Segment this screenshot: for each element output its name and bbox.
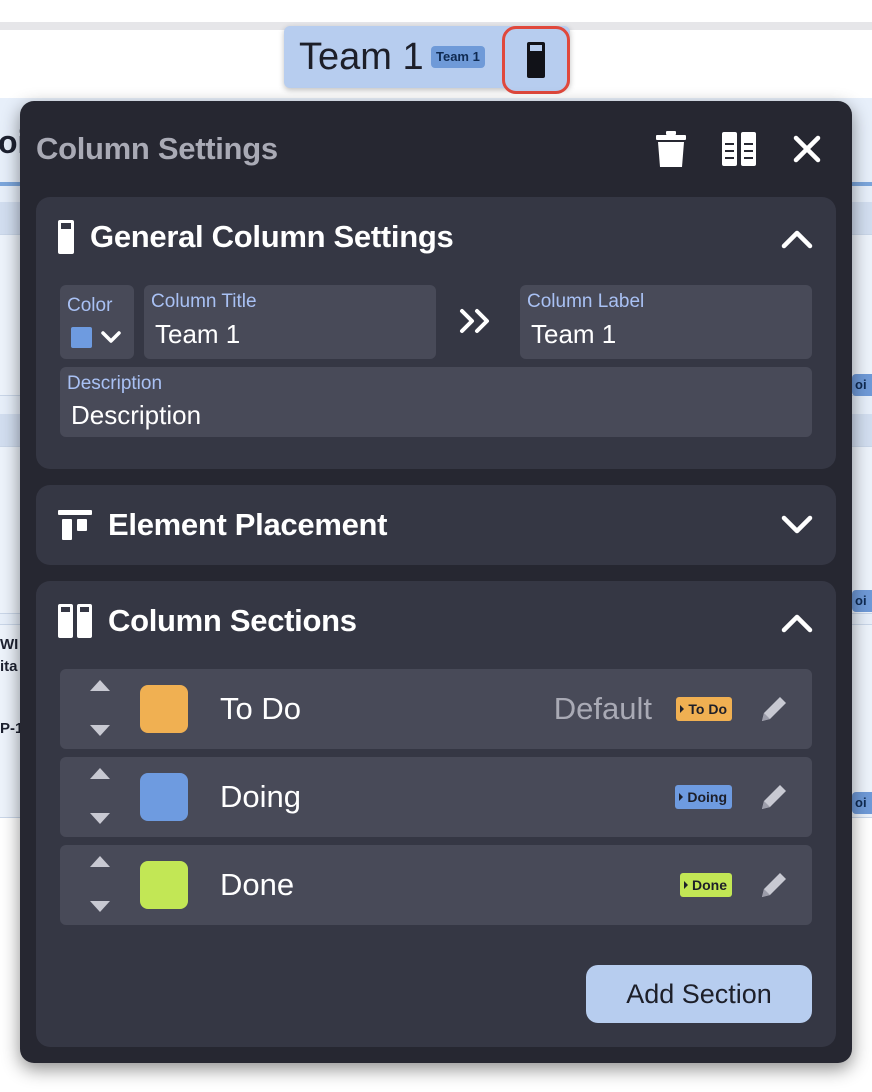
pencil-icon[interactable] [758,781,790,813]
section-name: To Do [220,691,301,726]
modal-title: Column Settings [36,131,278,166]
triangle-icon [679,793,684,801]
bg-text-fragment: WI [0,636,19,653]
modal-actions [654,131,824,167]
move-down-icon[interactable] [90,725,110,737]
column-sections-heading: Column Sections [108,603,357,638]
element-placement-heading: Element Placement [108,507,388,542]
bg-text-fragment: ita [0,658,18,675]
move-down-icon[interactable] [90,813,110,825]
column-title-field[interactable]: Column Title Team 1 [144,285,436,359]
column-icon [58,220,74,254]
description-field[interactable]: Description Description [60,367,812,437]
color-label: Color [67,295,113,316]
columns-icon [722,132,756,166]
column-settings-modal: Column Settings General Column Settings … [20,101,852,1063]
move-up-icon[interactable] [90,767,110,779]
chevron-up-icon [781,614,813,633]
section-default-label: Default [553,691,652,726]
element-placement-header: Element Placement [58,507,387,543]
bg-badge: oi [852,590,872,612]
description-label: Description [67,373,163,394]
add-section-button[interactable]: Add Section [586,965,812,1023]
section-tag-label: Done [692,877,727,893]
copy-title-to-label-button[interactable] [458,307,498,335]
column-icon [527,42,545,78]
move-up-icon[interactable] [90,855,110,867]
color-picker[interactable]: Color [60,285,134,359]
column-header-title: Team 1 [299,36,424,78]
section-tag: To Do [676,697,732,721]
section-color-swatch[interactable] [140,861,188,909]
triangle-icon [684,881,688,889]
section-name: Doing [220,779,301,814]
color-swatch [71,327,92,348]
section-tag-label: Doing [687,789,727,805]
section-tag: Doing [675,785,732,809]
column-title-label: Column Title [151,291,257,312]
close-modal-button[interactable] [790,131,824,167]
column-sections-header[interactable]: Column Sections [58,603,357,639]
move-down-icon[interactable] [90,901,110,913]
move-up-icon[interactable] [90,679,110,691]
section-color-swatch[interactable] [140,685,188,733]
collapse-sections-button[interactable] [780,611,814,635]
trash-icon [656,131,686,167]
bg-badge: oi [852,792,872,814]
double-chevron-right-icon [460,309,489,333]
triangle-icon [680,705,685,713]
section-row[interactable]: Done Done [60,845,812,925]
align-top-icon [58,510,92,540]
section-tag-label: To Do [688,701,727,717]
section-name: Done [220,867,295,902]
section-tag: Done [680,873,732,897]
column-title-value: Team 1 [155,319,241,349]
column-label-label: Column Label [527,291,645,312]
close-icon [793,135,821,163]
description-value: Description [71,400,202,430]
general-settings-header[interactable]: General Column Settings [58,219,454,255]
delete-column-button[interactable] [654,131,688,167]
split-column-button[interactable] [722,131,756,167]
general-settings-heading: General Column Settings [90,219,454,254]
column-label-field[interactable]: Column Label Team 1 [520,285,812,359]
column-header-badge: Team 1 [431,46,485,68]
collapse-general-button[interactable] [780,227,814,251]
column-sections-panel: Column Sections To Do Default To Do Doing Do… [36,581,836,1047]
expand-placement-button[interactable] [780,513,814,537]
pencil-icon[interactable] [758,869,790,901]
pencil-icon[interactable] [758,693,790,725]
section-color-swatch[interactable] [140,773,188,821]
chevron-down-icon [101,331,121,343]
chevron-up-icon [781,230,813,249]
section-row[interactable]: To Do Default To Do [60,669,812,749]
bg-badge: oi [852,374,872,396]
column-settings-button[interactable] [502,26,570,94]
section-row[interactable]: Doing Doing [60,757,812,837]
column-header[interactable]: Team 1 Team 1 [284,26,570,94]
chevron-down-icon [781,515,813,534]
element-placement-panel[interactable]: Element Placement [36,485,836,565]
general-settings-panel: General Column Settings Color Column Tit… [36,197,836,469]
columns-icon [58,604,92,638]
column-label-value: Team 1 [531,319,617,349]
